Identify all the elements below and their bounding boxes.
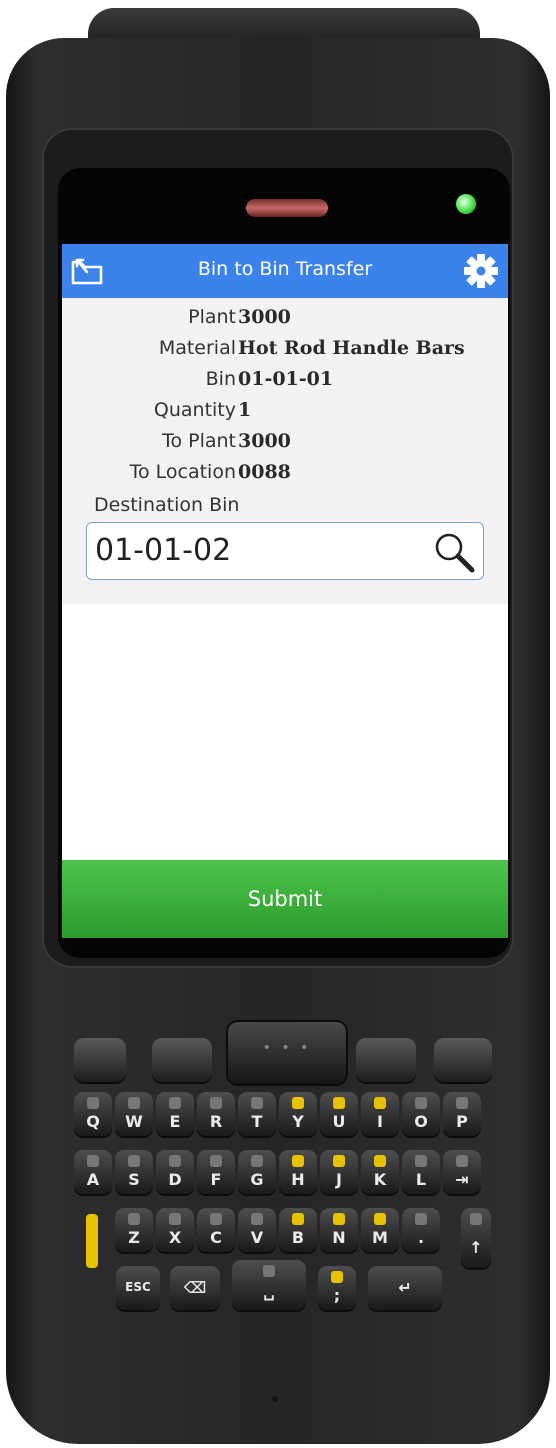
transfer-form: Plant 3000 Material Hot Rod Handle Bars … bbox=[62, 298, 508, 604]
hardware-keypad: • • • Q W E R T Y U I O P A S D F G H J … bbox=[56, 1010, 500, 1310]
key-v[interactable]: V bbox=[238, 1208, 276, 1252]
destination-bin-field bbox=[86, 522, 484, 580]
nav-up-key[interactable] bbox=[152, 1038, 212, 1082]
key-m[interactable]: M bbox=[361, 1208, 399, 1252]
field-value: 1 bbox=[238, 399, 252, 421]
field-label: To Location bbox=[129, 461, 236, 483]
key-q[interactable]: Q bbox=[74, 1092, 112, 1136]
search-button[interactable] bbox=[431, 529, 477, 575]
field-value: 01-01-01 bbox=[238, 368, 334, 390]
field-label: Material bbox=[158, 337, 236, 359]
nav-down-key[interactable] bbox=[356, 1038, 416, 1082]
speaker-grille bbox=[246, 199, 328, 217]
key-d[interactable]: D bbox=[156, 1150, 194, 1194]
key-tab[interactable]: ⇥ bbox=[443, 1150, 481, 1194]
field-label: Plant bbox=[188, 306, 236, 328]
field-row-quantity: Quantity 1 bbox=[62, 399, 508, 429]
gear-icon bbox=[464, 254, 498, 288]
key-h[interactable]: H bbox=[279, 1150, 317, 1194]
key-g[interactable]: G bbox=[238, 1150, 276, 1194]
call-key[interactable] bbox=[74, 1038, 126, 1082]
title-bar: Bin to Bin Transfer bbox=[62, 244, 508, 298]
destination-bin-input[interactable] bbox=[95, 527, 425, 573]
field-value: 3000 bbox=[238, 306, 291, 328]
key-period[interactable]: . bbox=[402, 1208, 440, 1252]
scan-trigger[interactable]: • • • bbox=[228, 1022, 346, 1084]
field-value: 3000 bbox=[238, 430, 291, 452]
key-f[interactable]: F bbox=[197, 1150, 235, 1194]
app-screen: Bin to Bin Transfer Plant 3000 Material … bbox=[62, 244, 508, 938]
settings-button[interactable] bbox=[462, 252, 500, 290]
end-call-key[interactable] bbox=[434, 1038, 492, 1082]
field-value: Hot Rod Handle Bars bbox=[238, 337, 465, 359]
key-backspace[interactable]: ⌫ bbox=[170, 1266, 220, 1310]
key-y[interactable]: Y bbox=[279, 1092, 317, 1136]
key-p[interactable]: P bbox=[443, 1092, 481, 1136]
key-t[interactable]: T bbox=[238, 1092, 276, 1136]
key-z[interactable]: Z bbox=[115, 1208, 153, 1252]
key-x[interactable]: X bbox=[156, 1208, 194, 1252]
status-led bbox=[456, 194, 476, 214]
field-label: Quantity bbox=[153, 399, 236, 421]
key-n[interactable]: N bbox=[320, 1208, 358, 1252]
key-enter[interactable]: ↵ bbox=[368, 1266, 442, 1310]
key-l[interactable]: L bbox=[402, 1150, 440, 1194]
device-microphone bbox=[272, 1396, 278, 1402]
key-b[interactable]: B bbox=[279, 1208, 317, 1252]
field-value: 0088 bbox=[238, 461, 291, 483]
key-u[interactable]: U bbox=[320, 1092, 358, 1136]
page-title: Bin to Bin Transfer bbox=[197, 258, 373, 280]
key-a[interactable]: A bbox=[74, 1150, 112, 1194]
field-label: To Plant bbox=[162, 430, 236, 452]
key-shift[interactable]: ↑ bbox=[461, 1208, 491, 1268]
key-k[interactable]: K bbox=[361, 1150, 399, 1194]
destination-bin-label: Destination Bin bbox=[94, 494, 240, 516]
function-key[interactable] bbox=[86, 1214, 98, 1268]
field-row-to-location: To Location 0088 bbox=[62, 461, 508, 491]
key-w[interactable]: W bbox=[115, 1092, 153, 1136]
search-icon bbox=[435, 533, 475, 573]
field-row-to-plant: To Plant 3000 bbox=[62, 430, 508, 460]
key-semicolon[interactable]: ; bbox=[318, 1266, 356, 1310]
key-j[interactable]: J bbox=[320, 1150, 358, 1194]
key-i[interactable]: I bbox=[361, 1092, 399, 1136]
submit-button[interactable]: Submit bbox=[62, 860, 508, 938]
key-o[interactable]: O bbox=[402, 1092, 440, 1136]
field-row-plant: Plant 3000 bbox=[62, 306, 508, 336]
key-r[interactable]: R bbox=[197, 1092, 235, 1136]
key-c[interactable]: C bbox=[197, 1208, 235, 1252]
key-space[interactable]: ␣ bbox=[232, 1260, 306, 1310]
key-e[interactable]: E bbox=[156, 1092, 194, 1136]
field-label: Bin bbox=[205, 368, 236, 390]
field-row-bin: Bin 01-01-01 bbox=[62, 368, 508, 398]
key-esc[interactable]: ESC bbox=[116, 1266, 160, 1310]
key-s[interactable]: S bbox=[115, 1150, 153, 1194]
field-row-material: Material Hot Rod Handle Bars bbox=[62, 337, 508, 367]
